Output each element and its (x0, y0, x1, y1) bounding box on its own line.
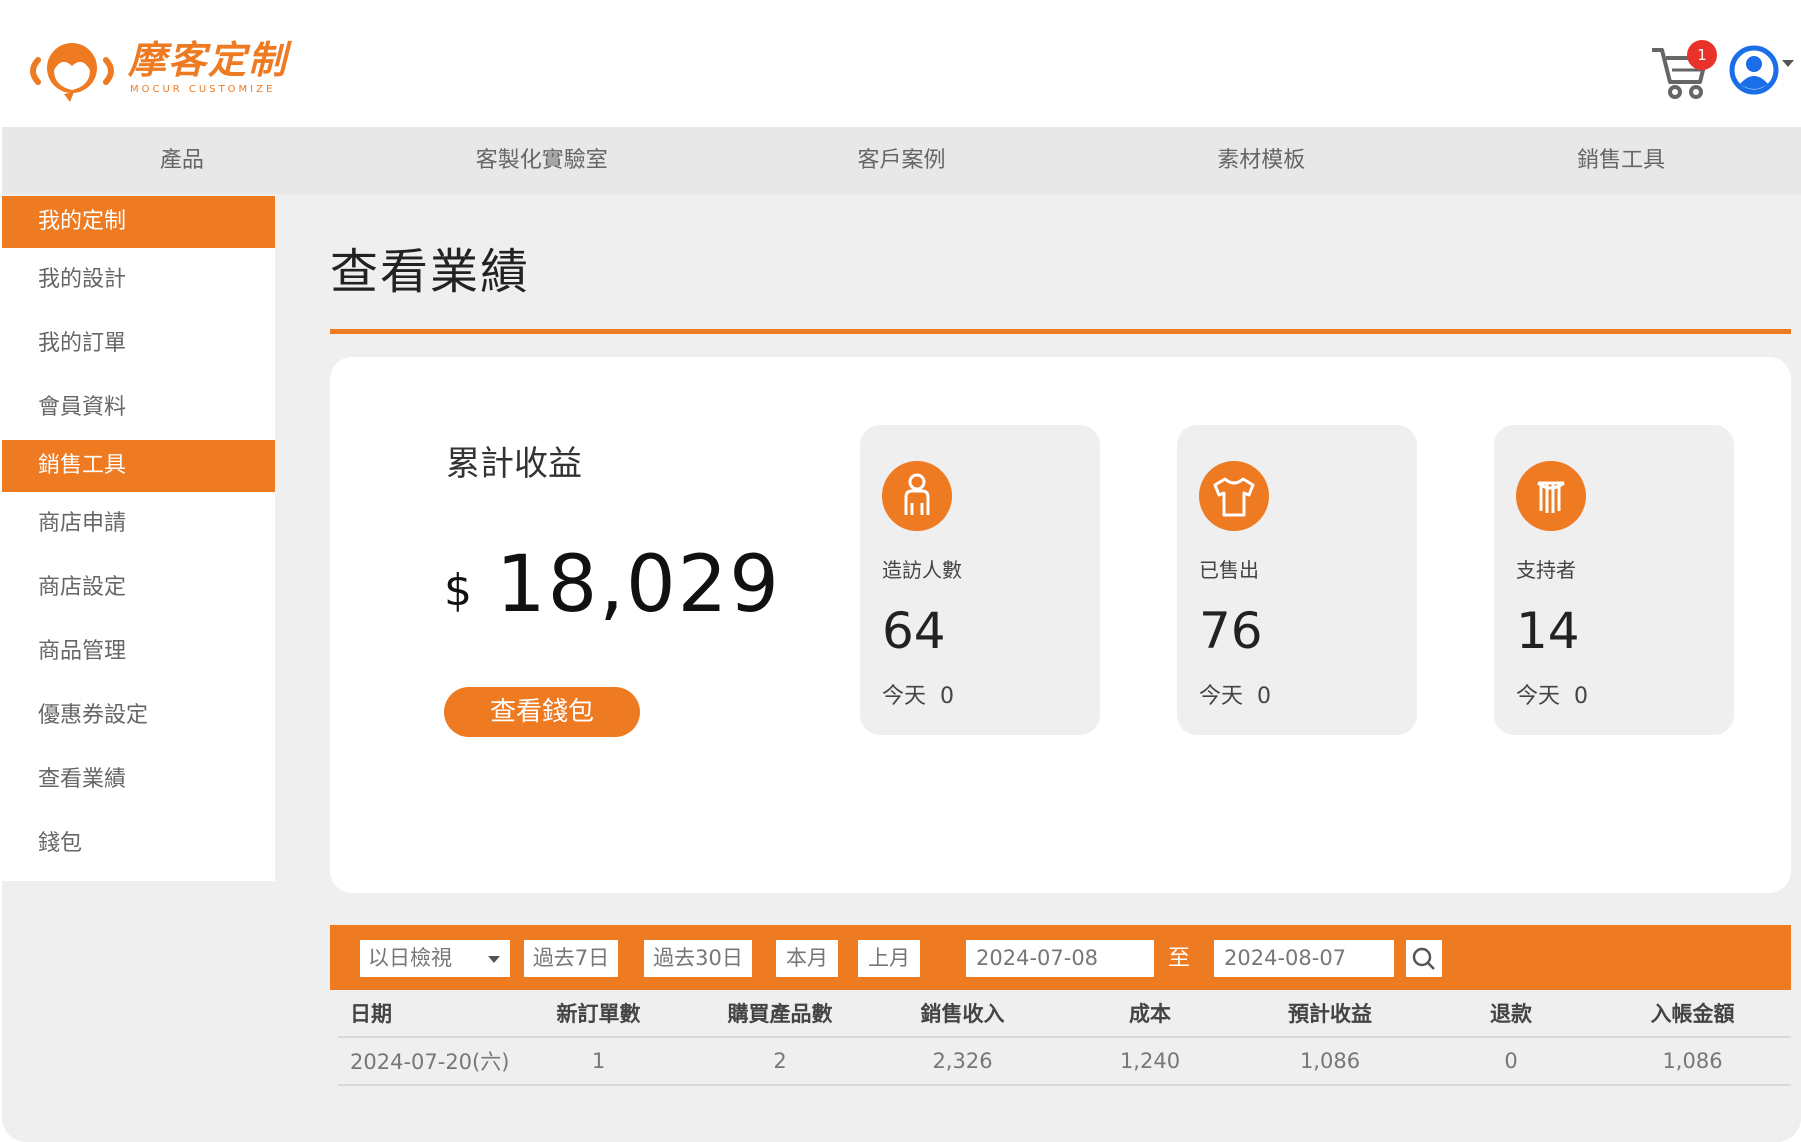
stat-card-supporters: 支持者 14 今天 0 (1494, 425, 1734, 735)
stat-card-visitors: 造訪人數 64 今天 0 (860, 425, 1100, 735)
stat-today: 今天 0 (1516, 678, 1588, 710)
date-range-to-label: 至 (1168, 946, 1191, 971)
nav-item-customer-cases[interactable]: 客戶案例 (722, 127, 1082, 194)
sidebar-item-product-management[interactable]: 商品管理 (2, 620, 275, 684)
date-from-input[interactable]: 2024-07-08 (966, 940, 1154, 977)
cell-new-orders: 1 (591, 1049, 606, 1073)
monkey-logo-icon (30, 43, 114, 102)
logo-text: 摩客定制 MOCUR CUSTOMIZE (128, 38, 288, 95)
cell-products-purchased: 2 (773, 1049, 787, 1073)
header: 摩客定制 MOCUR CUSTOMIZE 1 (0, 0, 1801, 127)
range-this-month-button[interactable]: 本月 (776, 940, 838, 977)
today-value: 0 (940, 684, 955, 709)
stat-value: 76 (1199, 602, 1263, 660)
nav-item-sales-tools[interactable]: 銷售工具 (1441, 127, 1801, 194)
sidebar-item-my-custom[interactable]: 我的定制 (2, 196, 275, 248)
sidebar-item-wallet[interactable]: 錢包 (2, 812, 275, 876)
search-icon (1412, 947, 1435, 970)
cell-estimated-profit: 1,086 (1299, 1049, 1361, 1073)
column-header-sales-revenue: 銷售收入 (920, 1002, 1005, 1026)
today-label: 今天 (1516, 684, 1561, 709)
tshirt-icon (1199, 461, 1269, 531)
range-last-month-button[interactable]: 上月 (858, 940, 920, 977)
column-header-refunds: 退款 (1490, 1002, 1532, 1026)
earnings-label: 累計收益 (446, 444, 582, 484)
column-header-products-purchased: 購買產品數 (727, 1002, 833, 1026)
cell-amount-received: 1,086 (1662, 1049, 1723, 1073)
view-mode-value: 以日檢視 (368, 946, 452, 970)
sidebar-item-my-orders[interactable]: 我的訂單 (2, 312, 275, 376)
stat-label: 已售出 (1199, 558, 1259, 582)
range-last-30-days-button[interactable]: 過去30日 (644, 940, 752, 977)
brand-logo[interactable]: 摩客定制 MOCUR CUSTOMIZE (24, 38, 288, 104)
sidebar-item-my-designs[interactable]: 我的設計 (2, 248, 275, 312)
earnings-amount: 18,029 (496, 540, 781, 630)
stat-label: 造訪人數 (882, 558, 962, 582)
chevron-down-icon (488, 956, 500, 963)
app-frame: 摩客定制 MOCUR CUSTOMIZE 1 產品 客製化實驗室 客戶案例 素材… (0, 0, 1801, 1142)
stat-value: 14 (1516, 602, 1580, 660)
sidebar-item-coupon-settings[interactable]: 優惠券設定 (2, 684, 275, 748)
view-mode-select[interactable]: 以日檢視 (360, 940, 510, 977)
stat-value: 64 (882, 602, 946, 660)
chevron-down-icon[interactable] (1782, 60, 1794, 67)
cart-count-badge: 1 (1687, 40, 1717, 70)
date-to-input[interactable]: 2024-08-07 (1214, 940, 1394, 977)
sidebar: 我的定制 我的設計 我的訂單 會員資料 銷售工具 商店申請 商店設定 商品管理 … (2, 196, 275, 881)
sidebar-item-view-performance[interactable]: 查看業績 (2, 748, 275, 812)
supporters-icon (1516, 461, 1586, 531)
user-account-icon[interactable] (1729, 44, 1779, 96)
person-icon (882, 461, 952, 531)
nav-item-templates[interactable]: 素材模板 (1081, 127, 1441, 194)
earnings-value: $18,029 (444, 540, 781, 630)
view-wallet-button[interactable]: 查看錢包 (444, 687, 640, 737)
today-value: 0 (1257, 684, 1272, 709)
column-header-amount-received: 入帳金額 (1650, 1002, 1735, 1026)
title-divider (330, 329, 1791, 334)
currency-symbol: $ (444, 565, 472, 616)
search-button[interactable] (1406, 940, 1442, 977)
stat-today: 今天 0 (882, 678, 954, 710)
performance-table: 日期 新訂單數 購買產品數 銷售收入 成本 預計收益 退款 入帳金額 2024-… (338, 990, 1791, 1086)
sidebar-item-store-apply[interactable]: 商店申請 (2, 492, 275, 556)
column-header-cost: 成本 (1129, 1002, 1171, 1026)
column-header-new-orders: 新訂單數 (556, 1002, 641, 1026)
nav-item-products[interactable]: 產品 (2, 127, 362, 194)
sidebar-item-sales-tools[interactable]: 銷售工具 (2, 440, 275, 492)
table-row[interactable]: 2024-07-20(六) 1 2 2,326 1,240 1,086 0 1,… (338, 1036, 1791, 1086)
today-label: 今天 (1199, 684, 1244, 709)
page-title: 查看業績 (330, 244, 531, 300)
cell-sales-revenue: 2,326 (932, 1049, 993, 1073)
nav-item-customization-lab[interactable]: 客製化實驗室 (362, 127, 722, 194)
brand-subtitle: MOCUR CUSTOMIZE (130, 84, 276, 95)
stat-card-sold: 已售出 76 今天 0 (1177, 425, 1417, 735)
cell-date: 2024-07-20(六) (350, 1050, 510, 1074)
filter-bar: 以日檢視 過去7日 過去30日 本月 上月 2024-07-08 至 2024-… (330, 925, 1791, 990)
cell-refunds: 0 (1504, 1049, 1518, 1073)
column-header-date: 日期 (350, 1002, 392, 1026)
stat-today: 今天 0 (1199, 678, 1271, 710)
range-last-7-days-button[interactable]: 過去7日 (524, 940, 618, 977)
today-label: 今天 (882, 684, 927, 709)
today-value: 0 (1574, 684, 1589, 709)
column-header-estimated-profit: 預計收益 (1288, 1002, 1372, 1026)
sidebar-item-store-settings[interactable]: 商店設定 (2, 556, 275, 620)
sidebar-item-member-info[interactable]: 會員資料 (2, 376, 275, 440)
top-navigation: 產品 客製化實驗室 客戶案例 素材模板 銷售工具 (2, 127, 1801, 194)
table-header-row: 日期 新訂單數 購買產品數 銷售收入 成本 預計收益 退款 入帳金額 (338, 990, 1791, 1036)
stat-label: 支持者 (1516, 558, 1576, 582)
cell-cost: 1,240 (1119, 1049, 1181, 1073)
brand-title: 摩客定制 (128, 38, 289, 82)
